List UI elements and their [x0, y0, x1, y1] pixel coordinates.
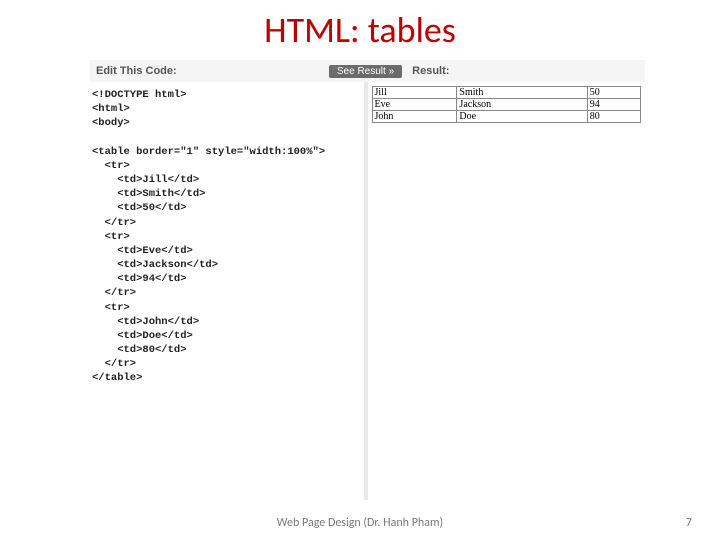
editor-preview-area: Edit This Code: See Result » Result: <!D…	[90, 60, 645, 500]
table-cell: 94	[587, 99, 640, 111]
code-editor[interactable]: <!DOCTYPE html> <html> <body> <table bor…	[90, 82, 368, 500]
table-cell: Doe	[457, 111, 587, 123]
table-cell: Jackson	[457, 99, 587, 111]
table-cell: Eve	[372, 99, 457, 111]
result-label: Result:	[406, 65, 645, 77]
page-number: 7	[686, 516, 692, 530]
table-row: Jill Smith 50	[372, 87, 641, 99]
table-cell: 80	[587, 111, 640, 123]
table-cell: 50	[587, 87, 640, 99]
panes: <!DOCTYPE html> <html> <body> <table bor…	[90, 82, 645, 500]
table-row: Eve Jackson 94	[372, 99, 641, 111]
see-result-button[interactable]: See Result »	[329, 65, 402, 78]
table-row: John Doe 80	[372, 111, 641, 123]
table-cell: Jill	[372, 87, 457, 99]
result-preview: Jill Smith 50 Eve Jackson 94 John Doe 80	[368, 82, 646, 500]
slide: HTML: tables Edit This Code: See Result …	[0, 0, 720, 540]
slide-title: HTML: tables	[0, 8, 720, 52]
edit-code-label: Edit This Code:	[90, 65, 329, 77]
result-table: Jill Smith 50 Eve Jackson 94 John Doe 80	[372, 86, 642, 123]
table-cell: John	[372, 111, 457, 123]
header-bar: Edit This Code: See Result » Result:	[90, 60, 645, 82]
footer-text: Web Page Design (Dr. Hanh Pham)	[0, 516, 720, 530]
table-cell: Smith	[457, 87, 587, 99]
